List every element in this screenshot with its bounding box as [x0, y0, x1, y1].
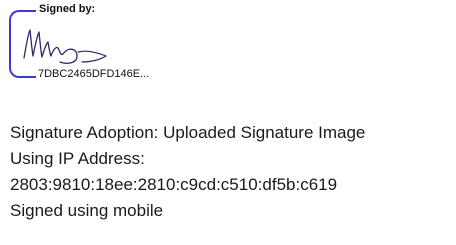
signature-block: Signed by: 7DBC2465DFD146E...: [0, 0, 200, 90]
handwritten-signature-image: [23, 29, 107, 64]
ip-address-label: Using IP Address:: [10, 149, 145, 168]
signature-adoption-text: Signature Adoption: Uploaded Signature I…: [10, 123, 366, 142]
signed-by-label: Signed by:: [36, 2, 99, 16]
envelope-id: 7DBC2465DFD146E...: [36, 68, 152, 81]
signature-details: Signature Adoption: Uploaded Signature I…: [10, 120, 365, 224]
ip-address-value: 2803:9810:18ee:2810:c9cd:c510:df5b:c619: [10, 175, 338, 194]
signed-method-text: Signed using mobile: [10, 201, 164, 220]
